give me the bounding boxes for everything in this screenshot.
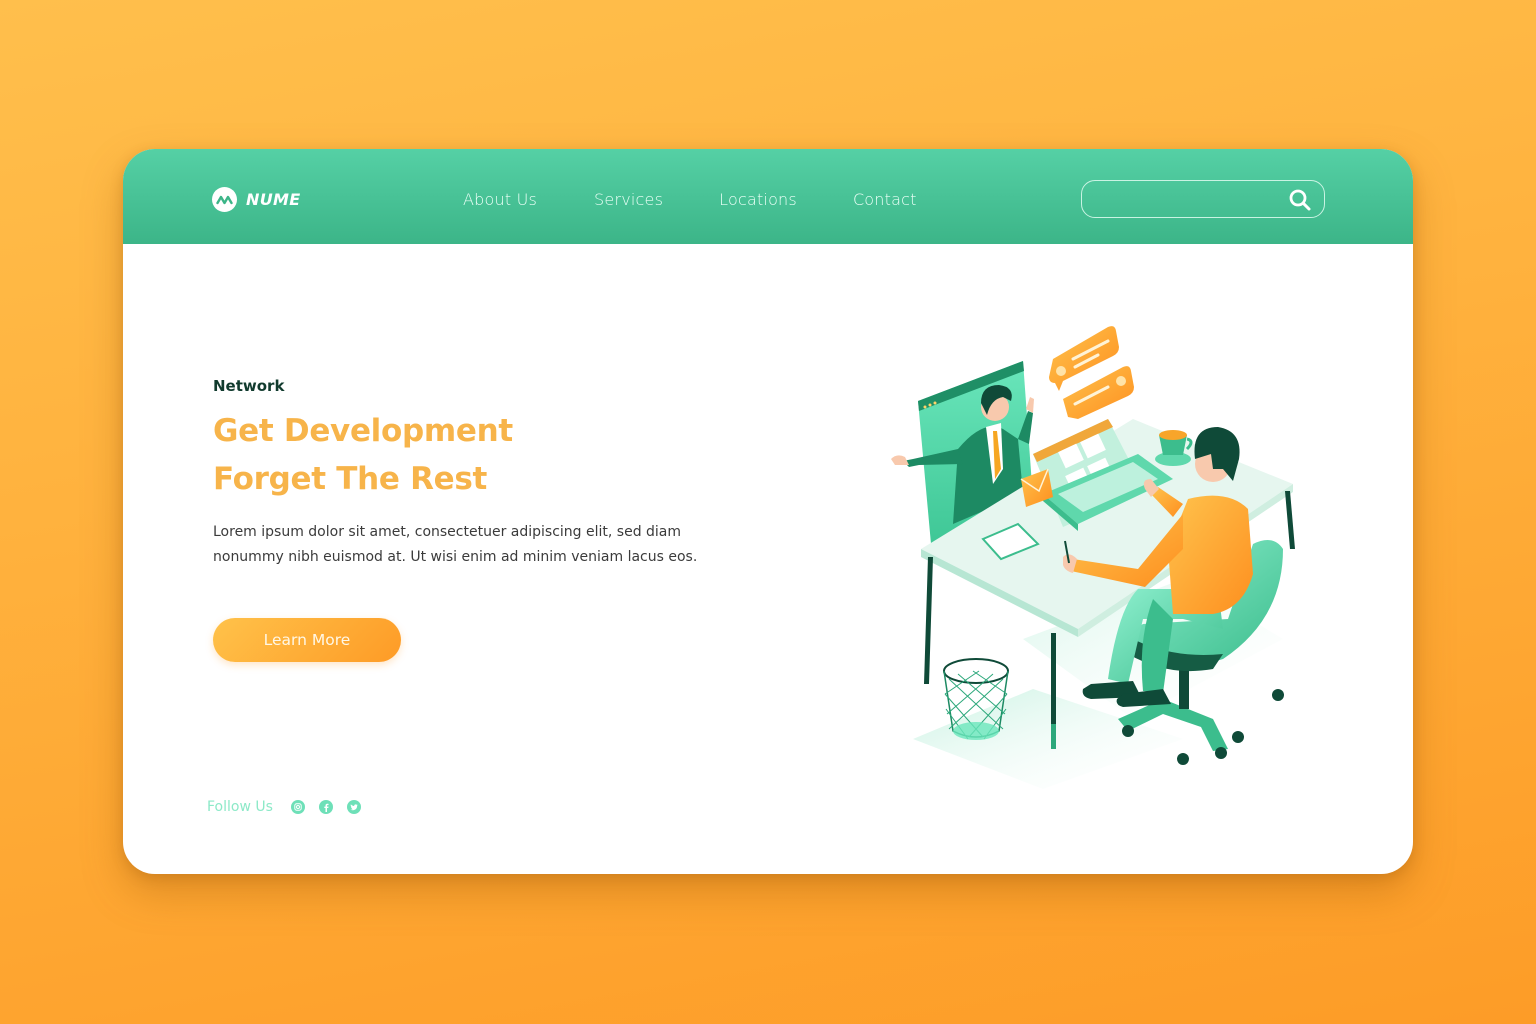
headline-line-2: Forget The Rest xyxy=(213,461,488,497)
brand-logo[interactable]: NUME xyxy=(212,187,300,212)
hero-description: Lorem ipsum dolor sit amet, consectetuer… xyxy=(213,520,733,569)
nav-contact[interactable]: Contact xyxy=(853,190,917,209)
search-input[interactable] xyxy=(1096,188,1280,212)
headline-line-1: Get Development xyxy=(213,413,513,449)
search-box xyxy=(1081,180,1325,218)
main-nav: About Us Services Locations Contact xyxy=(463,190,917,209)
follow-us: Follow Us xyxy=(207,799,375,815)
search-icon[interactable] xyxy=(1288,188,1312,217)
follow-us-label: Follow Us xyxy=(207,799,273,815)
description-line-2: nonummy nibh euismod at. Ut wisi enim ad… xyxy=(213,548,698,565)
logo-icon xyxy=(212,187,237,212)
twitter-icon[interactable] xyxy=(346,800,361,814)
chat-bubbles-icon xyxy=(1049,326,1134,419)
learn-more-button[interactable]: Learn More xyxy=(213,618,401,662)
nav-services[interactable]: Services xyxy=(594,190,663,209)
hero-headline: Get Development Forget The Rest xyxy=(213,407,513,503)
landing-card: NUME About Us Services Locations Contact… xyxy=(123,149,1413,874)
hero-illustration xyxy=(891,326,1295,789)
brand-name: NUME xyxy=(246,190,301,209)
description-line-1: Lorem ipsum dolor sit amet, consectetuer… xyxy=(213,524,682,540)
navbar: NUME About Us Services Locations Contact xyxy=(123,149,1413,244)
nav-locations[interactable]: Locations xyxy=(719,190,797,209)
hero-eyebrow: Network xyxy=(213,377,285,395)
nav-about-us[interactable]: About Us xyxy=(463,190,537,209)
instagram-icon[interactable] xyxy=(290,800,305,814)
facebook-icon[interactable] xyxy=(318,800,333,814)
